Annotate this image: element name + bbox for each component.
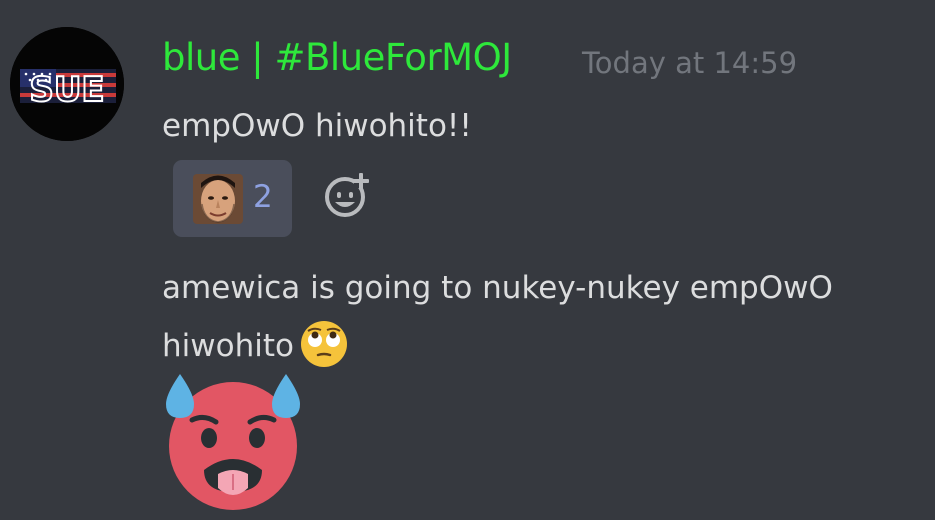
message-timestamp: Today at 14:59 [582, 46, 798, 80]
custom-face-emoji-icon [193, 174, 243, 224]
face-with-rolling-eyes-emoji-icon[interactable] [300, 320, 348, 368]
reaction-button[interactable]: 2 [173, 160, 292, 237]
avatar-flag-icon: SUE [10, 27, 124, 141]
message-text-2: amewica is going to nukey-nukey empOwO h… [162, 259, 922, 375]
reaction-count: 2 [253, 179, 273, 215]
add-reaction-button[interactable] [322, 170, 372, 220]
hot-sweating-face-emoji-icon[interactable] [160, 366, 306, 512]
avatar-text: SUE [29, 70, 104, 110]
author-name[interactable]: blue | #BlueForMOJ [162, 36, 512, 79]
smiley-plus-icon [325, 173, 369, 217]
message-text-1: empOwO hiwohito!! [162, 108, 472, 144]
user-avatar[interactable]: SUE [10, 27, 124, 141]
message-text-2-content: amewica is going to nukey-nukey empOwO h… [162, 270, 833, 364]
